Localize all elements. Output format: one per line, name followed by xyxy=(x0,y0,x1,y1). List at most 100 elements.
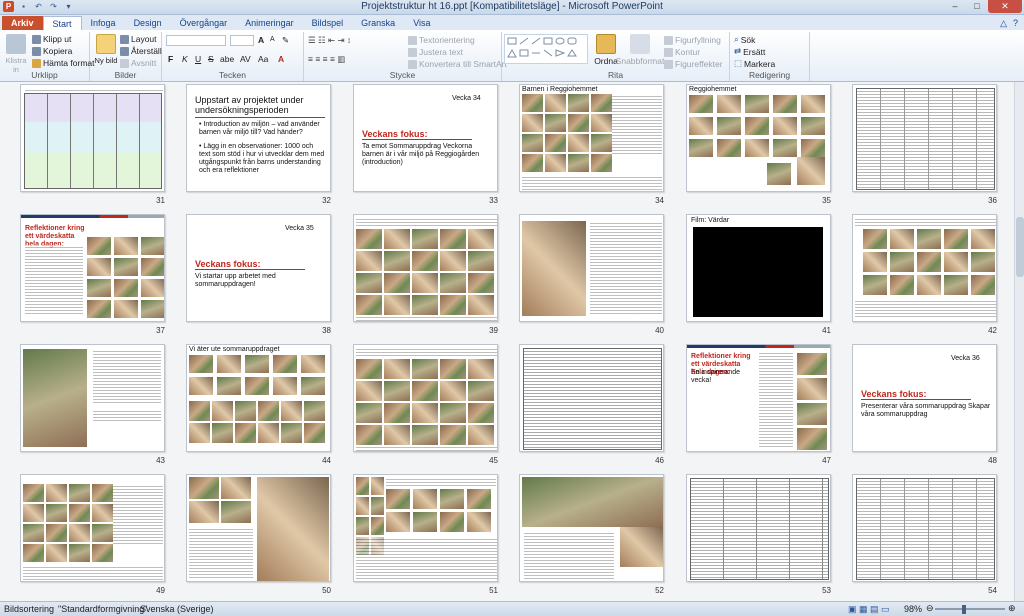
slide-photo xyxy=(258,401,279,421)
scrollbar-thumb[interactable] xyxy=(1016,217,1024,277)
tab-bildspel[interactable]: Bildspel xyxy=(303,16,353,30)
slide-photo xyxy=(217,377,241,395)
replace-button[interactable]: ⇄ Ersätt xyxy=(734,46,765,57)
cut-button[interactable]: Klipp ut xyxy=(32,34,71,44)
align-icons[interactable]: ≡ ≡ ≡ ≡ ▥ xyxy=(308,54,345,65)
zoom-slider[interactable] xyxy=(935,608,1005,610)
tab-infoga[interactable]: Infoga xyxy=(82,16,125,30)
slide-photo xyxy=(468,273,494,293)
grow-font-button[interactable]: A xyxy=(258,35,264,45)
tab-arkiv[interactable]: Arkiv xyxy=(2,16,43,30)
slide-text: • Introduction av miljön – vad använder … xyxy=(199,121,320,136)
tab-granska[interactable]: Granska xyxy=(352,16,404,30)
slide-thumbnail[interactable] xyxy=(353,344,498,452)
tab-visa[interactable]: Visa xyxy=(404,16,439,30)
slide-thumbnail[interactable]: Vi äter ute sommaruppdraget xyxy=(186,344,331,452)
slide-thumbnail[interactable]: Vecka 34 Veckans fokus: Ta emot Sommaruppd… xyxy=(353,84,498,192)
language-status[interactable]: Svenska (Sverige) xyxy=(140,604,214,614)
tab-start[interactable]: Start xyxy=(42,16,82,30)
slide-thumbnail[interactable]: Reflektioner kring ett värdeskatta hela … xyxy=(686,344,831,452)
tab-design[interactable]: Design xyxy=(125,16,171,30)
align-text-button[interactable]: Justera text xyxy=(408,47,463,57)
slide-thumbnail[interactable] xyxy=(353,214,498,322)
slide-thumbnail[interactable] xyxy=(519,344,664,452)
zoom-in-icon[interactable]: ⊕ xyxy=(1008,603,1016,614)
slide-header-strip xyxy=(21,215,164,218)
font-family-select[interactable] xyxy=(166,35,226,46)
slide-thumbnail[interactable]: Vecka 35 Veckans fokus: Vi startar upp arb… xyxy=(186,214,331,322)
paste-button[interactable]: Klistra in xyxy=(4,34,28,74)
zoom-level[interactable]: 98% xyxy=(904,604,922,614)
slide-thumbnail[interactable]: Film: Värdar xyxy=(686,214,831,322)
slide-photo xyxy=(620,527,663,567)
slide-photo xyxy=(304,401,325,421)
text-direction-button[interactable]: Textorientering xyxy=(408,35,475,45)
shadow-button[interactable]: abe xyxy=(220,54,234,64)
slide-text: Vecka 34 xyxy=(452,95,481,102)
layout-button[interactable]: Layout xyxy=(120,34,157,44)
slide-number: 46 xyxy=(655,456,664,465)
view-buttons-icon[interactable]: ▣ ▦ ▤ ▭ xyxy=(848,604,890,615)
slide-thumbnail[interactable] xyxy=(20,474,165,582)
slide-thumbnail[interactable] xyxy=(852,214,997,322)
tab-animeringar[interactable]: Animeringar xyxy=(236,16,303,30)
status-bar: Bildsortering "Standardformgivning" Sven… xyxy=(0,601,1024,616)
slide-photo xyxy=(114,258,138,276)
bold-button[interactable]: F xyxy=(168,54,173,64)
shape-fill-button[interactable]: Figurfyllning xyxy=(664,35,721,45)
select-button[interactable]: ⬚ Markera xyxy=(734,58,775,69)
zoom-out-icon[interactable]: ⊖ xyxy=(926,603,934,614)
spacing-icon[interactable]: AV xyxy=(240,54,251,64)
slide-thumbnail[interactable]: Barnen i Reggiohemmet xyxy=(519,84,664,192)
slide-photo xyxy=(92,544,113,562)
slide-photo xyxy=(545,114,566,132)
shape-outline-button[interactable]: Kontur xyxy=(664,47,700,57)
slide-thumbnail[interactable] xyxy=(852,474,997,582)
arrange-button[interactable]: Ordna xyxy=(594,34,618,66)
clear-format-icon[interactable]: ✎ xyxy=(282,35,289,46)
vertical-scrollbar[interactable] xyxy=(1014,82,1024,601)
copy-button[interactable]: Kopiera xyxy=(32,46,72,56)
shapes-gallery[interactable] xyxy=(504,34,588,64)
change-case-button[interactable]: Aa xyxy=(258,54,268,64)
bullets-icon[interactable]: ☰ ☷ ⇤ ⇥ ↕ xyxy=(308,35,351,46)
smartart-button[interactable]: Konvertera till SmartArt xyxy=(408,59,507,69)
slide-thumbnail[interactable] xyxy=(186,474,331,582)
slide-thumbnail[interactable] xyxy=(686,474,831,582)
font-color-icon[interactable]: A xyxy=(278,54,284,64)
help-icon[interactable]: ? xyxy=(1013,16,1018,30)
tab-overgangar[interactable]: Övergångar xyxy=(171,16,237,30)
slide-thumbnail[interactable] xyxy=(353,474,498,582)
new-slide-button[interactable]: Ny bild xyxy=(94,34,118,65)
slide-photo xyxy=(273,355,297,373)
section-button[interactable]: Avsnitt xyxy=(120,58,156,68)
underline-button[interactable]: U xyxy=(195,54,201,64)
italic-button[interactable]: K xyxy=(182,54,188,64)
slide-thumbnail[interactable] xyxy=(852,84,997,192)
shape-effects-button[interactable]: Figureffekter xyxy=(664,59,723,69)
reset-button[interactable]: Återställ xyxy=(120,46,162,56)
maximize-button[interactable]: □ xyxy=(966,0,988,13)
slide-text: Film: Värdar xyxy=(691,217,730,224)
slide-thumbnail[interactable]: Reflektioner kring ett värdeskatta hela … xyxy=(20,214,165,322)
find-button[interactable]: ⌕ Sök xyxy=(734,34,755,45)
slide-thumbnail[interactable] xyxy=(519,474,664,582)
quick-styles-button[interactable]: Snabbformat xyxy=(616,34,664,66)
zoom-slider-knob[interactable] xyxy=(962,605,966,614)
shrink-font-button[interactable]: A xyxy=(270,36,275,43)
font-size-select[interactable] xyxy=(230,35,254,46)
slide-thumbnail[interactable] xyxy=(519,214,664,322)
outline-icon xyxy=(664,47,673,57)
minimize-ribbon-icon[interactable]: △ xyxy=(1000,16,1007,30)
strikethrough-button[interactable]: S xyxy=(208,54,214,64)
slide-photo xyxy=(356,497,369,515)
slide-thumbnail[interactable] xyxy=(20,84,165,192)
slide-photo xyxy=(23,349,87,447)
format-painter-button[interactable]: Hämta format xyxy=(32,58,95,68)
minimize-button[interactable]: – xyxy=(944,0,966,13)
slide-thumbnail[interactable] xyxy=(20,344,165,452)
slide-thumbnail[interactable]: Vecka 36 Veckans fokus: Presenterar våra s… xyxy=(852,344,997,452)
slide-thumbnail[interactable]: Uppstart av projektet under undersökning… xyxy=(186,84,331,192)
slide-thumbnail[interactable]: Reggiohemmet xyxy=(686,84,831,192)
close-button[interactable]: ✕ xyxy=(988,0,1022,13)
